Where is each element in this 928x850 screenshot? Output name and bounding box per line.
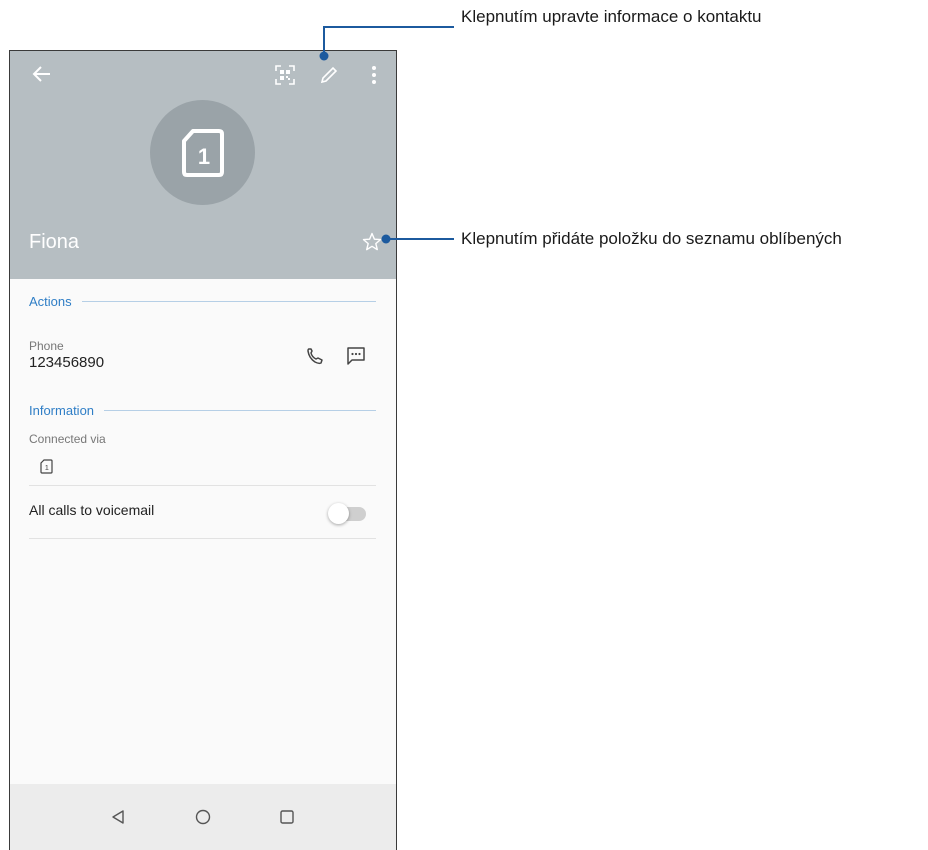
circle-home-icon[interactable] [195,809,211,825]
arrow-left-icon[interactable] [32,65,52,83]
information-section-header: Information [29,400,376,420]
phone-label: Phone [29,339,64,353]
sim-number: 1 [45,463,49,472]
phone-number[interactable]: 123456890 [29,354,104,371]
contact-name: Fiona [29,231,80,253]
contact-header: 1 Fiona [10,51,396,279]
avatar: 1 [150,100,255,205]
actions-section-header: Actions [29,291,376,311]
divider [29,538,376,539]
voicemail-toggle[interactable] [328,503,366,525]
more-vertical-icon[interactable] [370,65,378,85]
edit-contact-callout: Klepnutím upravte informace o kontaktu [461,7,762,26]
information-section-label: Information [29,402,95,418]
phone-screen: 1 Fiona Actions Phone 123456890 Informat… [9,50,397,850]
square-recents-icon[interactable] [279,809,295,825]
sim-card-1-icon: 1 [182,129,224,177]
avatar-sim-number: 1 [198,144,210,169]
toggle-thumb [328,503,349,524]
phone-icon[interactable] [306,347,324,365]
pencil-icon[interactable] [319,65,339,85]
favorite-callout: Klepnutím přidáte položku do seznamu obl… [461,229,842,248]
triangle-back-icon[interactable] [111,809,125,825]
divider [29,485,376,486]
star-outline-icon[interactable] [362,232,382,252]
navigation-bar [10,784,396,850]
voicemail-label: All calls to voicemail [29,502,155,518]
actions-section-label: Actions [29,293,72,309]
qr-code-icon[interactable] [275,65,295,85]
message-icon[interactable] [346,346,366,366]
connected-via-label: Connected via [29,432,106,446]
section-divider [104,409,376,411]
section-divider [81,300,376,302]
sim-card-icon: 1 [40,459,53,474]
